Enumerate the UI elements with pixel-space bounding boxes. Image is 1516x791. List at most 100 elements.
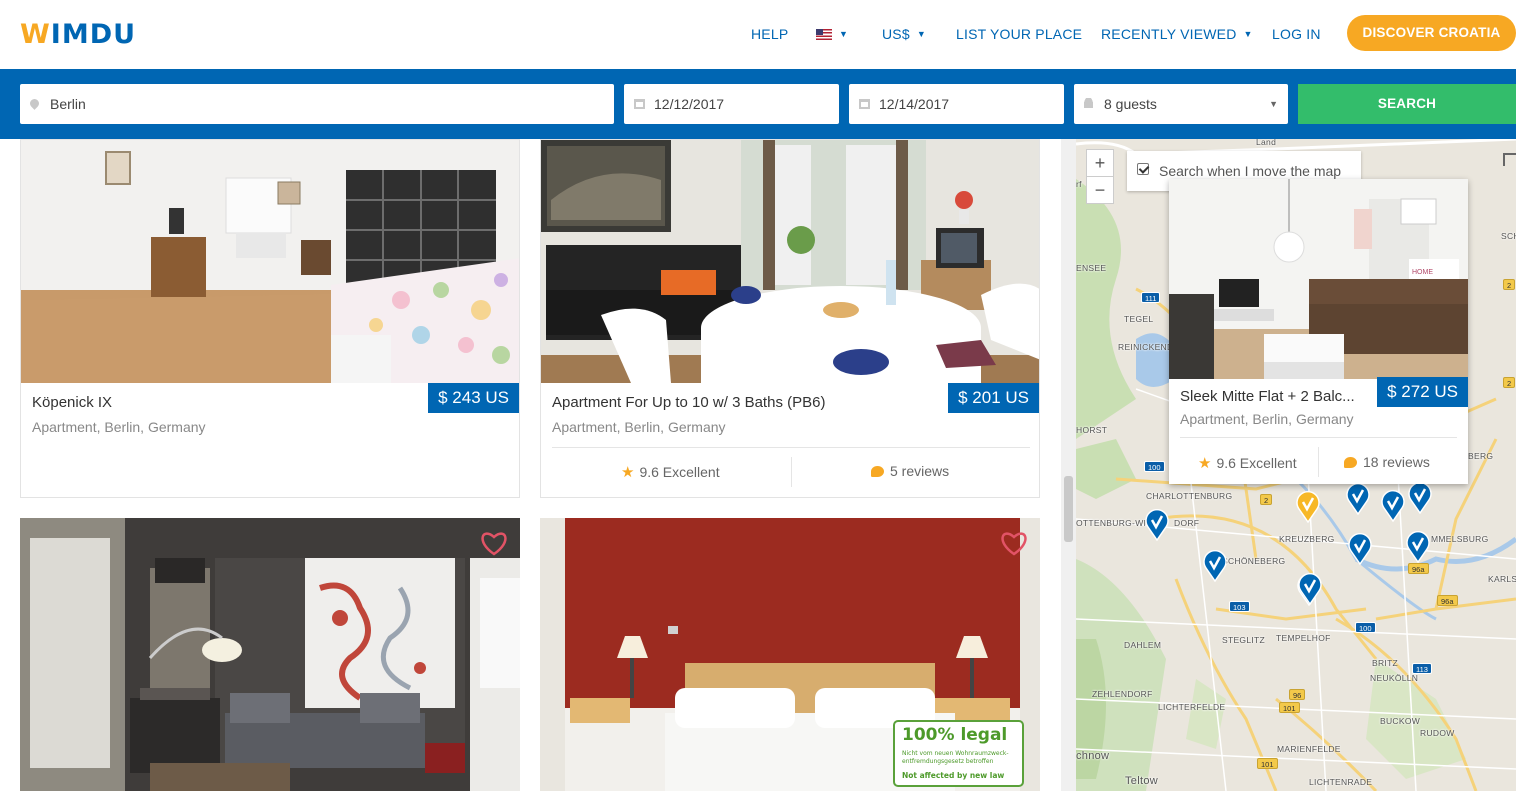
map-label: DORF [1174, 518, 1200, 528]
map-label: BUCKOW [1380, 716, 1421, 726]
star-icon: ★ [1198, 455, 1212, 472]
map-label: chnow [1076, 750, 1110, 762]
map-marker[interactable] [1203, 550, 1227, 582]
map-label: TEGEL [1124, 314, 1154, 324]
road-number: 96a [1408, 563, 1429, 574]
road-number: 103 [1229, 601, 1250, 612]
map-label: KARLSH [1488, 574, 1516, 584]
map-marker[interactable] [1381, 490, 1405, 522]
listing-photo[interactable] [21, 140, 519, 383]
listing-title[interactable]: Apartment For Up to 10 w/ 3 Baths (PB6) [552, 394, 825, 411]
card-divider [1180, 437, 1457, 438]
map-label: ZEHLENDORF [1092, 689, 1153, 699]
map-label: LICHTENRADE [1309, 777, 1373, 787]
price-badge: $ 272 US [1377, 377, 1468, 407]
road-number: 96a [1437, 595, 1458, 606]
chevron-down-icon: ▼ [1243, 29, 1253, 39]
map-label: DAHLEM [1124, 640, 1162, 650]
map-label: BRITZ [1372, 658, 1399, 668]
reviews-link[interactable]: 5 reviews [871, 463, 949, 479]
search-bar: Berlin 12/12/2017 12/14/2017 8 guests ▼ … [0, 69, 1516, 139]
location-pin-icon [28, 84, 41, 124]
user-icon [1084, 84, 1093, 124]
listing-card[interactable]: $ 201 US Apartment For Up to 10 w/ 3 Bat… [540, 139, 1040, 498]
search-button[interactable]: SEARCH [1298, 84, 1516, 124]
map-marker[interactable] [1145, 509, 1169, 541]
listing-photo[interactable] [541, 140, 1039, 383]
popup-subtitle: Apartment, Berlin, Germany [1180, 411, 1354, 427]
calendar-icon [859, 84, 870, 125]
map-label: MMELSBURG [1431, 534, 1489, 544]
reviews-text: 18 reviews [1363, 454, 1430, 470]
legal-badge-line: Not affected by new law [902, 771, 1005, 780]
card-divider [791, 457, 792, 487]
map-marker-selected[interactable] [1296, 491, 1320, 523]
favorite-heart-icon[interactable] [479, 529, 509, 557]
discover-croatia-button[interactable]: DISCOVER CROATIA [1347, 15, 1516, 51]
road-number: 2 [1503, 279, 1516, 290]
listing-card[interactable]: $ 243 US Köpenick IX Apartment, Berlin, … [20, 139, 520, 498]
popup-title[interactable]: Sleek Mitte Flat + 2 Balc... [1180, 388, 1375, 405]
zoom-in-button[interactable]: + [1086, 149, 1114, 177]
map-popup-card[interactable]: HOME $ 272 US Sleek Mitte Flat + 2 Balc.… [1169, 179, 1468, 484]
checkin-date-input[interactable]: 12/12/2017 [624, 84, 839, 124]
listing-photo[interactable] [20, 518, 520, 791]
map-label: NEUKÖLLN [1370, 673, 1419, 683]
recently-viewed-label: RECENTLY VIEWED [1101, 26, 1237, 42]
chevron-down-icon: ▼ [1269, 99, 1278, 109]
map-label: rf [1076, 179, 1082, 189]
listing-card[interactable] [20, 518, 520, 791]
map-label: MARIENFELDE [1277, 744, 1341, 754]
map-label: RUDOW [1420, 728, 1455, 738]
language-selector[interactable]: ▼ [816, 26, 848, 42]
map-label: REINICKEND [1118, 342, 1174, 352]
scrollbar[interactable] [1061, 139, 1076, 791]
nav-log-in[interactable]: LOG IN [1272, 26, 1321, 42]
checkout-value: 12/14/2017 [879, 96, 950, 112]
guests-select[interactable]: 8 guests ▼ [1074, 84, 1288, 124]
recently-viewed-menu[interactable]: RECENTLY VIEWED ▼ [1101, 26, 1253, 42]
road-number: 113 [1412, 663, 1432, 674]
rating-text: 9.6 Excellent [1216, 455, 1297, 471]
road-number: 100 [1355, 622, 1376, 633]
checkin-value: 12/12/2017 [654, 96, 725, 112]
checkout-date-input[interactable]: 12/14/2017 [849, 84, 1064, 124]
map-marker[interactable] [1298, 573, 1322, 605]
listing-card[interactable]: 100% legal Nicht vom neuen Wohnraumzweck… [540, 518, 1040, 791]
checkbox-checked-icon[interactable] [1137, 163, 1149, 175]
map-label: ENSEE [1076, 263, 1107, 273]
map-label: BERG [1468, 451, 1494, 461]
card-divider [1318, 447, 1319, 477]
legal-badge-title: 100% legal [902, 725, 1008, 745]
map-label: Land [1256, 139, 1277, 147]
nav-help[interactable]: HELP [751, 26, 788, 42]
wimdu-logo[interactable]: WIMDU [20, 19, 136, 50]
reviews-link[interactable]: 18 reviews [1344, 454, 1430, 470]
guests-value: 8 guests [1104, 96, 1157, 112]
price-badge: $ 243 US [428, 383, 519, 413]
scrollbar-thumb[interactable] [1064, 476, 1073, 542]
location-value: Berlin [50, 96, 86, 112]
map-marker[interactable] [1406, 531, 1430, 563]
rating: ★ 9.6 Excellent [1198, 454, 1297, 472]
currency-label: US$ [882, 26, 910, 42]
chevron-down-icon: ▼ [839, 29, 849, 39]
map-label: Teltow [1125, 775, 1158, 787]
comment-icon [871, 466, 884, 477]
popup-photo[interactable]: HOME [1169, 179, 1468, 379]
location-input[interactable]: Berlin [20, 84, 614, 124]
road-number: 101 [1279, 702, 1300, 713]
favorite-heart-icon[interactable] [999, 529, 1029, 557]
map-marker[interactable] [1348, 533, 1372, 565]
nav-list-your-place[interactable]: LIST YOUR PLACE [956, 26, 1082, 42]
calendar-icon [634, 84, 645, 125]
map-marker[interactable] [1408, 482, 1432, 514]
listing-title[interactable]: Köpenick IX [32, 394, 112, 411]
zoom-out-button[interactable]: − [1086, 176, 1114, 204]
map-panel[interactable]: Land rf TEGEL ENSEE REINICKEND HORST SCH… [1076, 139, 1516, 791]
currency-selector[interactable]: US$ ▼ [882, 26, 926, 42]
road-number: 111 [1141, 292, 1161, 303]
road-number: 2 [1260, 494, 1273, 505]
fullscreen-icon[interactable] [1503, 153, 1516, 166]
map-marker[interactable] [1346, 483, 1370, 515]
